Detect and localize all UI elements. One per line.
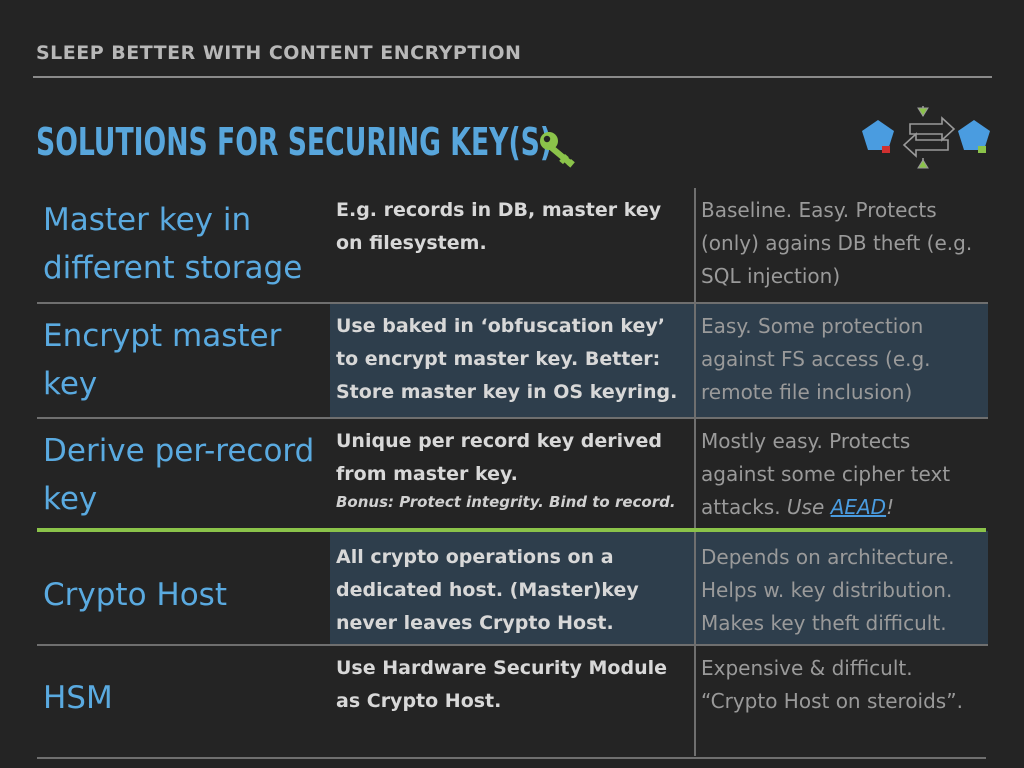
solution-description: Use baked in ‘obfuscation key’ to encryp… — [336, 315, 678, 403]
solution-name: Encrypt master key — [43, 318, 282, 402]
solution-name: Derive per-record key — [43, 433, 315, 517]
evaluation-exclaim: ! — [886, 495, 895, 519]
solution-evaluation: Baseline. Easy. Protects (only) agains D… — [701, 198, 973, 288]
accent-divider — [37, 528, 986, 532]
key-exchange-diagram-icon — [862, 106, 990, 169]
solution-name: HSM — [43, 680, 113, 716]
solution-evaluation: Easy. Some protection against FS access … — [701, 314, 931, 404]
table-row: Crypto Host All crypto operations on a d… — [37, 531, 988, 645]
slide-title: SOLUTIONS FOR SECURING KEY(S) — [36, 120, 553, 164]
solution-name: Crypto Host — [43, 577, 227, 613]
table-row: HSM Use Hardware Security Module as Cryp… — [37, 644, 988, 756]
solution-description: Unique per record key derived from maste… — [330, 419, 694, 513]
solution-evaluation: Depends on architecture. Helps w. key di… — [701, 545, 955, 635]
solution-evaluation: Mostly easy. Protects against some ciphe… — [696, 419, 988, 524]
solution-description-main: Unique per record key derived from maste… — [336, 430, 662, 485]
solution-description: All crypto operations on a dedicated hos… — [336, 546, 639, 634]
table-bottom-border — [37, 757, 986, 759]
table-row: Derive per-record key Unique per record … — [37, 417, 988, 531]
table-row: Master key in different storage E.g. rec… — [37, 188, 988, 303]
solution-description: Use Hardware Security Module as Crypto H… — [336, 657, 667, 712]
header-divider — [33, 76, 992, 78]
slide-header: SLEEP BETTER WITH CONTENT ENCRYPTION — [36, 42, 522, 64]
table-row: Encrypt master key Use baked in ‘obfusca… — [37, 302, 988, 418]
solution-evaluation: Expensive & difficult. “Crypto Host on s… — [701, 656, 963, 713]
bonus-note: Bonus: Protect integrity. Bind to record… — [336, 493, 676, 511]
evaluation-italic: Use — [786, 495, 831, 519]
solution-name: Master key in different storage — [43, 202, 303, 286]
solutions-table: Master key in different storage E.g. rec… — [37, 188, 988, 756]
aead-link[interactable]: AEAD — [831, 495, 886, 519]
key-icon — [540, 132, 575, 168]
solution-description: E.g. records in DB, master key on filesy… — [336, 199, 662, 254]
